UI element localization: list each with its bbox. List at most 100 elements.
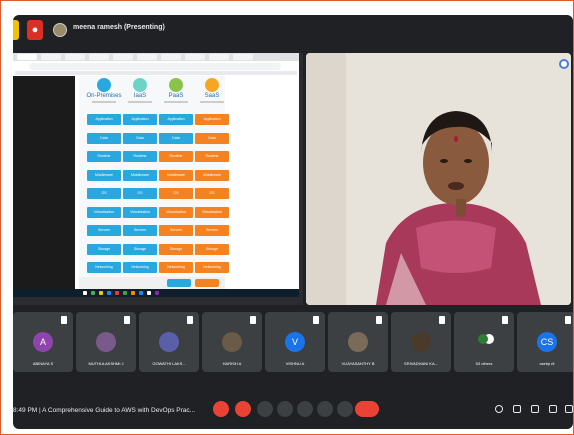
captions-button[interactable] [257, 401, 273, 417]
browser-tab[interactable] [209, 54, 229, 60]
browser-tab[interactable] [185, 54, 205, 60]
taskbar-app-icon[interactable] [131, 291, 135, 295]
mic-muted-icon [250, 316, 256, 324]
raise-hand-button[interactable] [317, 401, 333, 417]
screenshot-frame: ● meena ramesh (Presenting) On-Premises … [0, 0, 574, 435]
mic-muted-icon [187, 316, 193, 324]
stack-layer-cell: Virtualization [87, 206, 121, 218]
activities-icon[interactable] [549, 405, 557, 413]
participant-avatar [159, 332, 179, 352]
mic-muted-icon [439, 316, 445, 324]
participant-tile[interactable]: SRIVADHANI KA... [391, 312, 451, 372]
host-controls-icon[interactable] [565, 405, 573, 413]
stack-layer-cell: Networking [123, 262, 157, 273]
participant-tile[interactable]: MUTHULAKSHMI J [76, 312, 136, 372]
participant-name: HARISH A [222, 361, 242, 366]
participant-tile[interactable]: A ABINAYA S [13, 312, 73, 372]
presenter-camera-feed [306, 53, 571, 305]
participant-tile[interactable]: VIJAYASANTHY B [328, 312, 388, 372]
mic-muted-icon [124, 316, 130, 324]
browser-tab[interactable] [17, 54, 37, 60]
browser-tab[interactable] [113, 54, 133, 60]
stack-layer-cell: Middleware [195, 169, 229, 181]
taskbar-app-icon[interactable] [91, 291, 95, 295]
column-header: IaaS [122, 78, 158, 103]
participant-tile[interactable]: CS csetip rit [517, 312, 573, 372]
participant-tile[interactable]: HARISH A [202, 312, 262, 372]
browser-tab[interactable] [233, 54, 253, 60]
shared-browser-window: On-Premises IaaS PaaS SaaS Application Applic… [13, 53, 299, 297]
column-caption-bar [164, 101, 188, 103]
people-icon[interactable] [513, 405, 521, 413]
windows-taskbar [13, 289, 299, 297]
mic-muted-icon [502, 316, 508, 324]
stack-layer-cell: Middleware [87, 169, 121, 181]
stack-layer-cell: Runtime [87, 151, 121, 162]
browser-bookmarks-bar [15, 71, 297, 75]
presenter-avatar [53, 23, 67, 37]
stack-layer-cell: Storage [195, 243, 229, 255]
meeting-window: ● meena ramesh (Presenting) On-Premises … [13, 15, 573, 429]
taskbar-app-icon[interactable] [115, 291, 119, 295]
participant-avatar: A [33, 332, 53, 352]
pin-icon[interactable] [559, 59, 569, 69]
taskbar-app-icon[interactable] [99, 291, 103, 295]
taskbar-app-icon[interactable] [147, 291, 151, 295]
time-and-meeting-title: 8:49 PM | A Comprehensive Guide to AWS w… [13, 407, 196, 414]
participant-name: VIJAYASANTHY B [341, 361, 375, 366]
participant-tiles: A ABINAYA S MUTHULAKSHMI J GOWATHI LAKS... H… [13, 312, 573, 372]
browser-tab[interactable] [41, 54, 61, 60]
stack-layer-cell: Servers [87, 225, 121, 236]
stack-layer-cell: Servers [195, 225, 229, 236]
browser-tab[interactable] [161, 54, 181, 60]
stack-layer-cell: Middleware [123, 169, 157, 181]
camera-off-button[interactable] [235, 401, 251, 417]
column-label: PaaS [168, 93, 184, 99]
mic-off-button[interactable] [213, 401, 229, 417]
participant-tile[interactable]: GOWATHI LAKS... [139, 312, 199, 372]
stack-layer-cell: Virtualization [123, 206, 157, 218]
taskbar-app-icon[interactable] [107, 291, 111, 295]
stack-layer-cell: Data [123, 132, 157, 144]
column-label: SaaS [204, 93, 220, 99]
stack-layer-cell: OS [87, 188, 121, 199]
taskbar-app-icon[interactable] [83, 291, 87, 295]
browser-address-bar [29, 63, 281, 70]
stack-layer-cell: Servers [123, 225, 157, 236]
stack-layer-cell: Application [87, 114, 121, 125]
participant-tile[interactable]: V VISHNU A [265, 312, 325, 372]
participant-name: MUTHULAKSHMI J [88, 361, 124, 366]
column-header: SaaS [194, 78, 230, 103]
info-icon[interactable] [495, 405, 503, 413]
present-button[interactable] [297, 401, 313, 417]
leave-call-button[interactable] [355, 401, 379, 417]
meeting-control-bar: 8:49 PM | A Comprehensive Guide to AWS w… [13, 393, 573, 429]
stack-layer-cell: Data [195, 132, 229, 144]
cloud-model-icon [133, 78, 147, 92]
browser-tab[interactable] [89, 54, 109, 60]
emoji-button[interactable] [277, 401, 293, 417]
presenter-title: meena ramesh (Presenting) [73, 24, 165, 31]
mic-muted-icon [565, 316, 571, 324]
chat-icon[interactable] [531, 405, 539, 413]
record-icon[interactable]: ● [27, 20, 43, 40]
legend-chip [167, 279, 191, 287]
stack-layer-cell: Networking [87, 262, 121, 273]
stack-layer-cell: Virtualization [195, 206, 229, 218]
mic-muted-icon [376, 316, 382, 324]
stack-layer-cell: Runtime [123, 151, 157, 162]
stack-layer-cell: Runtime [195, 151, 229, 162]
browser-tab[interactable] [137, 54, 157, 60]
browser-tab[interactable] [65, 54, 85, 60]
taskbar-app-icon[interactable] [155, 291, 159, 295]
participant-tile[interactable]: 53 others [454, 312, 514, 372]
stack-layer-cell: Storage [87, 243, 121, 255]
shared-screen: On-Premises IaaS PaaS SaaS Application Applic… [13, 53, 303, 305]
meeting-top-bar: ● meena ramesh (Presenting) [13, 15, 573, 45]
stack-layer-cell: Storage [159, 243, 193, 255]
taskbar-app-icon[interactable] [123, 291, 127, 295]
more-options-button[interactable] [337, 401, 353, 417]
taskbar-app-icon[interactable] [139, 291, 143, 295]
column-caption-bar [128, 101, 152, 103]
stack-layer-cell: Middleware [159, 169, 193, 181]
